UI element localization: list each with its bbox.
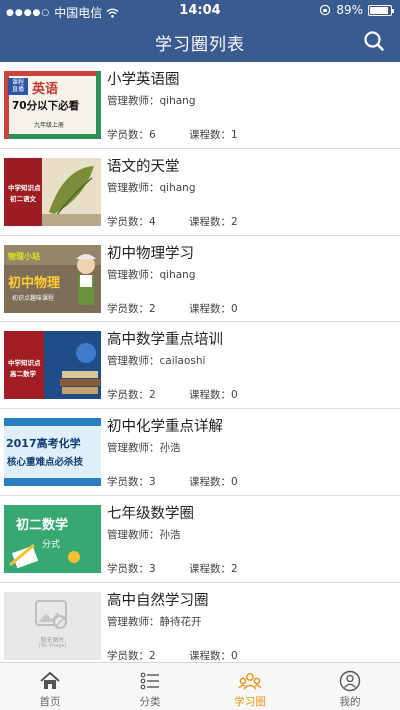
search-icon — [364, 31, 384, 51]
circle-teacher: 管理教师：孙浩 — [107, 528, 181, 541]
circle-title: 高中数学重点培训 — [107, 332, 223, 349]
tab-home[interactable]: 首页 — [0, 663, 100, 710]
circle-thumbnail: 初二数学 分式 — [4, 504, 101, 573]
profile-icon — [339, 670, 361, 692]
circle-item[interactable]: 暂无图片 (No image) 高中自然学习圈 管理教师：静待花开 学员数：2 … — [0, 583, 400, 662]
student-count: 学员数：6 — [107, 129, 156, 141]
thumb-text: 初二数学 — [16, 517, 69, 533]
course-count: 课程数：2 — [189, 562, 238, 575]
circle-thumbnail: 物理小站 初中物理 初识点趣味课程 — [4, 244, 101, 313]
circle-item[interactable]: 中学知识点 初二语文 语文的天堂 管理教师：qihang 学员数：4 课程数：2 — [0, 149, 400, 236]
thumb-text: 英语 — [32, 82, 59, 97]
thumb-text: 中学知识点 — [8, 183, 41, 192]
circle-item[interactable]: 物理小站 初中物理 初识点趣味课程 初中物理学习 管理教师：qihang 学员数… — [0, 236, 400, 323]
thumb-text: 物理小站 — [8, 251, 40, 261]
circle-thumbnail: 课程 直播 英语 70分以下必看 九年级上册 — [4, 71, 101, 139]
battery-percent: 89% — [336, 3, 363, 17]
battery-icon — [368, 4, 394, 16]
thumb-text: 高二数学 — [10, 370, 36, 379]
thumb-text: 初中物理 — [8, 275, 61, 291]
chemistry-cover-image — [4, 418, 101, 487]
circle-item[interactable]: 课程 直播 英语 70分以下必看 九年级上册 小学英语圈 管理教师：qihang… — [0, 62, 400, 149]
page-title: 学习圈列表 — [155, 35, 245, 55]
circle-teacher: 管理教师：孙浩 — [107, 442, 181, 455]
thumb-text: (No image) — [38, 642, 67, 649]
course-count: 课程数：0 — [189, 302, 238, 315]
course-count: 课程数：0 — [189, 389, 238, 402]
circle-title: 小学英语圈 — [107, 72, 180, 88]
nav-bar: 学习圈列表 — [0, 22, 400, 62]
tab-label: 学习圈 — [234, 696, 266, 708]
thumb-text: 70分以下必看 — [12, 100, 80, 112]
tab-study-circle[interactable]: 学习圈 — [200, 663, 300, 710]
status-bar: ●●●●○ 中国电信 14:04 89% — [0, 0, 400, 22]
circle-item[interactable]: 初二数学 分式 七年级数学圈 管理教师：孙浩 学员数：3 课程数：2 — [0, 496, 400, 583]
category-list-icon — [140, 672, 159, 690]
search-button[interactable] — [362, 29, 386, 53]
rotation-lock-icon — [320, 4, 331, 16]
image-placeholder-icon — [4, 591, 101, 660]
circle-thumbnail: 中学知识点 初二语文 — [4, 157, 101, 226]
bottom-tab-bar: 首页 分类 学习圈 我的 — [0, 662, 400, 710]
tab-label: 首页 — [39, 696, 61, 708]
chinese-cover-image — [4, 157, 101, 226]
circle-title: 语文的天堂 — [107, 158, 180, 175]
student-count: 学员数：2 — [107, 649, 156, 662]
circle-teacher: 管理教师：cailaoshi — [107, 355, 206, 368]
course-count: 课程数：0 — [189, 649, 238, 662]
circle-thumbnail: 2017高考化学 核心重难点必杀技 — [4, 418, 101, 487]
circle-teacher: 管理教师：qihang — [107, 268, 196, 281]
tab-profile[interactable]: 我的 — [300, 663, 400, 710]
course-count: 课程数：1 — [189, 129, 238, 141]
circle-title: 初中物理学习 — [107, 245, 194, 262]
thumb-text: 初识点趣味课程 — [12, 294, 55, 302]
student-count: 学员数：3 — [107, 476, 156, 489]
tab-category[interactable]: 分类 — [100, 663, 200, 710]
study-circle-icon — [238, 673, 262, 690]
circle-teacher: 管理教师：qihang — [107, 95, 196, 107]
home-icon — [40, 672, 60, 689]
circle-teacher: 管理教师：静待花开 — [107, 615, 202, 628]
course-count: 课程数：0 — [189, 476, 238, 489]
student-count: 学员数：2 — [107, 302, 156, 315]
circle-item[interactable]: 2017高考化学 核心重难点必杀技 初中化学重点详解 管理教师：孙浩 学员数：3… — [0, 409, 400, 496]
circle-thumbnail: 暂无图片 (No image) — [4, 591, 101, 660]
thumb-text: 核心重难点必杀技 — [7, 457, 84, 469]
tab-label: 我的 — [339, 696, 361, 708]
thumb-text: 九年级上册 — [34, 122, 65, 129]
circle-list: 课程 直播 英语 70分以下必看 九年级上册 小学英语圈 管理教师：qihang… — [0, 62, 400, 662]
circle-title: 七年级数学圈 — [107, 505, 194, 522]
thumb-text: 初二语文 — [10, 194, 36, 203]
course-count: 课程数：2 — [189, 215, 238, 228]
thumb-text: 分式 — [42, 539, 61, 550]
student-count: 学员数：2 — [107, 389, 156, 402]
circle-title: 高中自然学习圈 — [107, 592, 209, 609]
circle-teacher: 管理教师：qihang — [107, 181, 196, 194]
student-count: 学员数：4 — [107, 215, 156, 228]
thumb-badge: 课程 直播 — [11, 79, 24, 93]
circle-item[interactable]: 中学知识点 高二数学 高中数学重点培训 管理教师：cailaoshi 学员数：2… — [0, 322, 400, 410]
thumb-text: 中学知识点 — [8, 359, 41, 368]
circle-thumbnail: 中学知识点 高二数学 — [4, 331, 101, 400]
circle-title: 初中化学重点详解 — [107, 419, 223, 436]
thumb-text: 2017高考化学 — [6, 437, 81, 451]
tab-label: 分类 — [139, 696, 161, 708]
student-count: 学员数：3 — [107, 562, 156, 575]
